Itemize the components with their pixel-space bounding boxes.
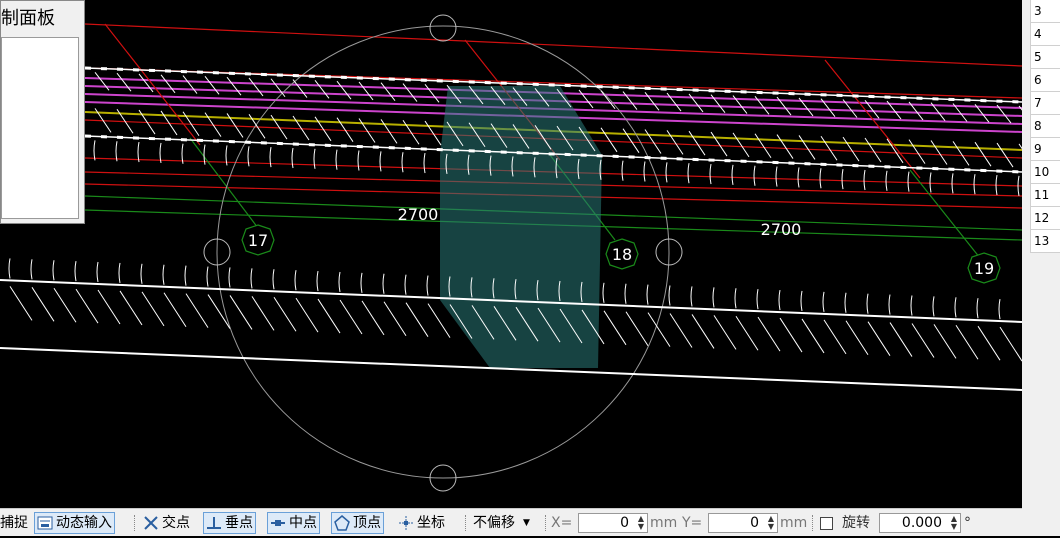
axis-marker-18: 18	[605, 238, 639, 270]
vertex-snap[interactable]: 顶点	[331, 512, 384, 534]
properties-strip: 3 4 5 6 7 8 9 10 11 12 13	[1022, 0, 1060, 536]
perpendicular-icon	[206, 515, 222, 531]
midpoint-label: 中点	[289, 515, 317, 531]
y-value: 0	[750, 515, 759, 531]
cad-drawing[interactable]: 17 18 19 2700 2700	[0, 0, 1022, 508]
rotate-input[interactable]: 0.000 ▲ ▼	[879, 513, 961, 533]
row-number[interactable]: 6	[1030, 69, 1060, 92]
x-input[interactable]: 0 ▲ ▼	[578, 513, 648, 533]
svg-text:19: 19	[974, 259, 994, 278]
intersection-label: 交点	[162, 515, 190, 531]
midpoint-snap[interactable]: 中点	[267, 512, 320, 534]
toolbar-divider	[812, 515, 814, 531]
degree-symbol: °	[964, 515, 971, 531]
midpoint-icon	[270, 515, 286, 531]
row-number[interactable]: 11	[1030, 184, 1060, 207]
spinner-icon[interactable]: ▲ ▼	[951, 515, 957, 531]
coordinate-icon	[398, 515, 414, 531]
rotate-checkbox[interactable]	[820, 517, 833, 530]
row-number[interactable]: 13	[1030, 230, 1060, 253]
y-input[interactable]: 0 ▲ ▼	[708, 513, 778, 533]
intersection-snap[interactable]: 交点	[143, 512, 190, 534]
toolbar-divider	[134, 515, 136, 531]
y-label: Y=	[682, 515, 703, 531]
y-unit: mm	[780, 515, 808, 531]
row-number-list: 3 4 5 6 7 8 9 10 11 12 13	[1030, 0, 1060, 253]
dynamic-input-label: 动态输入	[56, 515, 112, 531]
row-number[interactable]: 7	[1030, 92, 1060, 115]
panel-body	[1, 37, 79, 219]
row-number[interactable]: 10	[1030, 161, 1060, 184]
dimension-label: 2700	[761, 220, 802, 239]
vertex-label: 顶点	[353, 515, 381, 531]
drawing-canvas[interactable]: 17 18 19 2700 2700	[0, 0, 1022, 508]
snap-label: 捕捉	[0, 515, 28, 531]
toolbar-divider	[545, 515, 547, 531]
svg-text:17: 17	[248, 231, 268, 250]
dynamic-input-icon	[37, 515, 53, 531]
offset-select[interactable]: 不偏移 ▼	[473, 512, 530, 534]
row-number[interactable]: 12	[1030, 207, 1060, 230]
row-number[interactable]: 8	[1030, 115, 1060, 138]
axis-marker-19: 19	[967, 252, 1001, 284]
row-number[interactable]: 4	[1030, 23, 1060, 46]
control-panel[interactable]: 制面板	[0, 0, 85, 224]
snap-toggle[interactable]: 捕捉	[0, 512, 28, 534]
grip-top	[429, 14, 457, 42]
row-number[interactable]: 5	[1030, 46, 1060, 69]
x-value: 0	[620, 515, 629, 531]
row-number[interactable]: 9	[1030, 138, 1060, 161]
row-number[interactable]: 3	[1030, 0, 1060, 23]
perpendicular-label: 垂点	[225, 515, 253, 531]
x-label: X=	[551, 515, 573, 531]
vertex-icon	[334, 515, 350, 531]
chevron-down-icon: ▼	[523, 518, 530, 528]
perpendicular-snap[interactable]: 垂点	[203, 512, 256, 534]
toolbar-divider	[465, 515, 467, 531]
rotate-label: 旋转	[842, 515, 870, 531]
offset-select-value: 不偏移	[473, 515, 515, 531]
coordinate-label: 坐标	[417, 515, 445, 531]
spinner-icon[interactable]: ▲ ▼	[638, 515, 644, 531]
spinner-icon[interactable]: ▲ ▼	[768, 515, 774, 531]
panel-title[interactable]: 制面板	[1, 1, 84, 37]
axis-marker-17: 17	[241, 224, 275, 256]
status-toolbar: 捕捉 动态输入 交点 垂点 中点 顶点 坐标 不偏移 ▼ X= 0 ▲ ▼ mm…	[0, 508, 1022, 536]
dimension-label: 2700	[398, 205, 439, 224]
intersection-icon	[143, 515, 159, 531]
coordinate-snap[interactable]: 坐标	[398, 512, 445, 534]
x-unit: mm	[650, 515, 678, 531]
rotate-value: 0.000	[901, 515, 942, 531]
dynamic-input-toggle[interactable]: 动态输入	[34, 512, 115, 534]
svg-text:18: 18	[612, 245, 632, 264]
